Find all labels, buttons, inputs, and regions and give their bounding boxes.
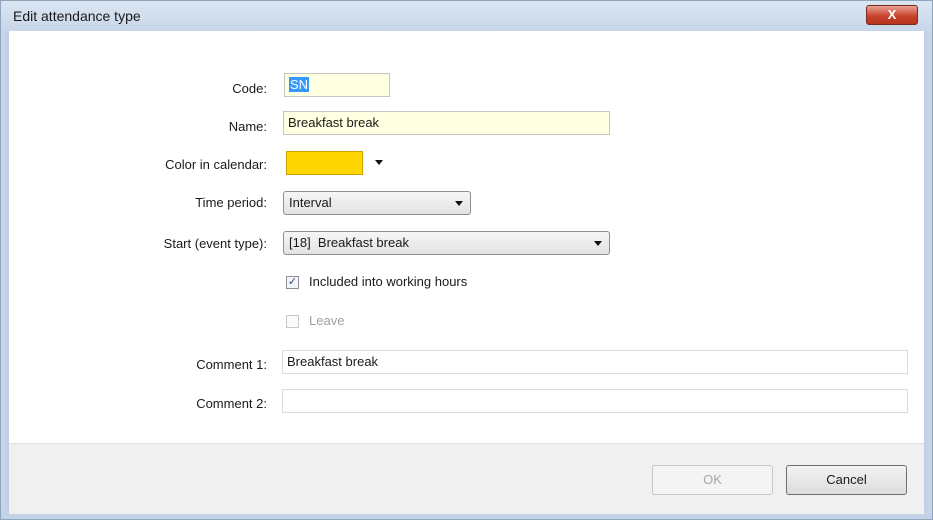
cancel-button[interactable]: Cancel — [786, 465, 907, 495]
code-label: Code: — [232, 81, 267, 96]
time-period-label: Time period: — [195, 195, 267, 210]
comment2-label: Comment 2: — [196, 396, 267, 411]
name-input[interactable]: Breakfast break — [283, 111, 610, 135]
comment1-input[interactable]: Breakfast break — [282, 350, 908, 374]
included-working-hours-checkbox[interactable]: ✓ — [286, 276, 299, 289]
edit-attendance-type-dialog: Edit attendance type X Code: SN Name: Br… — [0, 0, 933, 520]
checkmark-icon: ✓ — [287, 276, 298, 288]
included-working-hours-label: Included into working hours — [309, 274, 468, 289]
color-swatch[interactable] — [286, 151, 363, 175]
time-period-select[interactable]: Interval — [283, 191, 471, 215]
chevron-down-icon — [455, 201, 463, 206]
leave-label: Leave — [309, 313, 345, 328]
dialog-title: Edit attendance type — [13, 8, 141, 24]
code-input[interactable]: SN — [284, 73, 390, 97]
close-button[interactable]: X — [866, 5, 918, 25]
window-right-border — [924, 31, 932, 513]
name-label: Name: — [228, 119, 267, 134]
leave-checkbox[interactable] — [286, 315, 299, 328]
title-bar: Edit attendance type X — [1, 1, 932, 31]
color-dropdown-arrow-icon[interactable] — [375, 160, 383, 165]
comment2-input[interactable] — [282, 389, 908, 413]
chevron-down-icon — [594, 241, 602, 246]
close-icon: X — [887, 7, 897, 22]
color-label: Color in calendar: — [165, 157, 267, 172]
comment1-label: Comment 1: — [196, 357, 267, 372]
start-event-select[interactable]: [18] Breakfast break — [283, 231, 610, 255]
time-period-value: Interval — [289, 195, 332, 210]
window-left-border — [1, 31, 9, 513]
start-event-label: Start (event type): — [163, 236, 267, 251]
start-event-value: [18] Breakfast break — [289, 235, 409, 250]
code-value: SN — [289, 77, 310, 92]
ok-button[interactable]: OK — [652, 465, 773, 495]
